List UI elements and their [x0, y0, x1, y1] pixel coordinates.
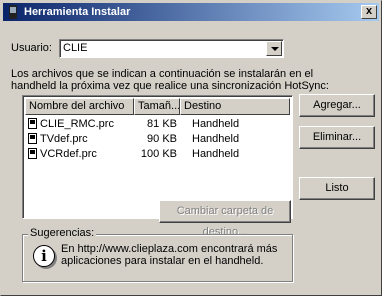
- file-name-cell: TVdef.prc: [25, 133, 134, 145]
- info-icon: i: [33, 245, 55, 267]
- file-size-cell: 90 KB: [147, 132, 177, 145]
- title-bar[interactable]: Herramienta Instalar x: [3, 3, 379, 21]
- handheld-icon: [6, 5, 20, 19]
- hint-text: En http://www.clieplaza.com encontrará m…: [61, 243, 286, 267]
- file-name-cell: CLIE_RMC.prc: [25, 118, 134, 130]
- user-select[interactable]: CLIE: [59, 39, 284, 58]
- file-destination-cell: Handheld: [192, 147, 240, 160]
- file-list-header: Nombre del archivo Tamañ... Destino: [25, 98, 290, 115]
- column-header-name[interactable]: Nombre del archivo: [25, 98, 134, 115]
- column-header-size[interactable]: Tamañ...: [134, 98, 180, 115]
- close-button[interactable]: x: [361, 5, 377, 19]
- user-select-value: CLIE: [63, 42, 88, 54]
- window-title: Herramienta Instalar: [24, 6, 131, 18]
- hints-group: Sugerencias: i En http://www.clieplaza.c…: [22, 227, 293, 282]
- remove-button[interactable]: Eliminar...: [299, 126, 375, 149]
- file-destination-cell: Handheld: [192, 132, 240, 145]
- hint-line-1: En http://www.clieplaza.com encontrará m…: [61, 243, 278, 255]
- file-icon: [28, 148, 37, 160]
- file-icon: [28, 118, 37, 130]
- column-header-destination[interactable]: Destino: [180, 98, 290, 115]
- install-tool-window: Herramienta Instalar x Usuario: CLIE Los…: [0, 0, 382, 296]
- file-icon: [28, 133, 37, 145]
- chevron-down-icon[interactable]: [266, 41, 282, 56]
- file-size-cell: 100 KB: [140, 147, 177, 160]
- done-button[interactable]: Listo: [299, 177, 375, 200]
- file-size-cell: 81 KB: [147, 117, 177, 130]
- file-name-cell: VCRdef.prc: [25, 148, 134, 160]
- description-line-2: handheld la próxima vez que realice una …: [11, 80, 329, 92]
- table-row[interactable]: CLIE_RMC.prc 81 KB Handheld: [25, 116, 239, 131]
- change-destination-folder-button[interactable]: Cambiar carpeta de destino...: [159, 200, 291, 238]
- user-label: Usuario:: [11, 42, 52, 54]
- table-row[interactable]: VCRdef.prc 100 KB Handheld: [25, 146, 239, 161]
- description-line-1: Los archivos que se indican a continuaci…: [11, 68, 314, 80]
- hints-title: Sugerencias:: [28, 227, 97, 239]
- table-row[interactable]: TVdef.prc 90 KB Handheld: [25, 131, 239, 146]
- hint-line-2: aplicaciones para instalar en el handhel…: [61, 255, 264, 267]
- add-button[interactable]: Agregar...: [299, 94, 375, 117]
- file-destination-cell: Handheld: [192, 117, 240, 130]
